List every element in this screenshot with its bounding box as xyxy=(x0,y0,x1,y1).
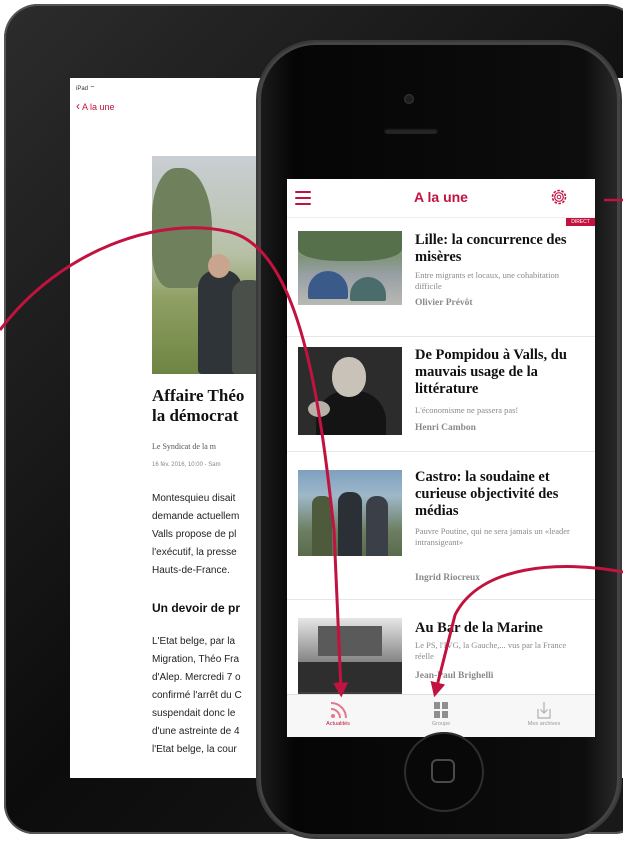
gear-icon[interactable] xyxy=(549,187,569,207)
tab-groupe[interactable]: Groupe xyxy=(390,699,492,727)
article-thumbnail xyxy=(298,470,402,556)
article-subtitle: L'économisme ne passera pas! xyxy=(415,405,519,415)
rss-icon xyxy=(330,702,347,719)
article-author: Jean-Paul Brighelli xyxy=(415,671,494,681)
camera-icon xyxy=(404,94,414,104)
article-title: Castro: la soudaine et curieuse objectiv… xyxy=(415,469,559,519)
article-title: De Pompidou à Valls, du mauvais usage de… xyxy=(415,347,567,397)
nav-bar: A la une xyxy=(287,179,595,218)
article-date: 16 fév. 2016, 10:00 - Sam xyxy=(152,462,221,468)
article-thumbnail xyxy=(298,231,402,305)
list-item-article[interactable]: Lille: la concurrence des misères Entre … xyxy=(287,227,595,337)
article-title: Au Bar de la Marine xyxy=(415,620,543,636)
article-title: Lille: la concurrence des misères xyxy=(415,232,567,265)
phone-screen: A la une DIRECT Lille: la concurrence de… xyxy=(287,179,595,737)
tab-mes-archives[interactable]: Mes archives xyxy=(493,699,595,727)
status-bar: iPad ⌔ xyxy=(76,86,96,92)
download-icon xyxy=(537,702,551,719)
article-thumbnail xyxy=(298,347,402,435)
live-badge: DIRECT xyxy=(566,218,595,226)
article-subheading: Un devoir de pr xyxy=(152,601,241,615)
list-item-article[interactable]: Au Bar de la Marine Le PS, l'IVG, la Gau… xyxy=(287,600,595,694)
back-label: A la une xyxy=(82,102,115,112)
tab-label: Mes archives xyxy=(527,721,561,727)
tab-bar: Actualités Groupe Mes archives xyxy=(287,694,595,737)
article-subtitle: Pauvre Poutine, qui ne sera jamais un «l… xyxy=(415,526,570,547)
tab-label: Actualités xyxy=(326,721,350,727)
article-subtitle: Le PS, l'IVG, la Gauche,... vus par la F… xyxy=(415,640,567,661)
home-button[interactable] xyxy=(404,732,484,812)
article-thumbnail xyxy=(298,618,402,694)
grid-icon xyxy=(434,702,448,718)
article-author: Henri Cambon xyxy=(415,423,476,433)
earpiece xyxy=(384,128,438,134)
article-subtitle: Entre migrants et locaux, une cohabitati… xyxy=(415,270,559,291)
list-item-article[interactable]: Castro: la soudaine et curieuse objectiv… xyxy=(287,452,595,600)
tab-label: Groupe xyxy=(431,721,451,727)
article-author: Ingrid Riocreux xyxy=(415,573,481,583)
phone-device: A la une DIRECT Lille: la concurrence de… xyxy=(258,42,620,837)
article-author: Le Syndicat de la m xyxy=(152,442,216,451)
tab-actualites[interactable]: Actualités xyxy=(287,699,389,727)
chevron-left-icon: ‹ xyxy=(76,99,80,113)
back-button[interactable]: ‹ A la une xyxy=(76,99,115,113)
list-item-article[interactable]: De Pompidou à Valls, du mauvais usage de… xyxy=(287,337,595,452)
article-author: Olivier Prévôt xyxy=(415,298,473,308)
